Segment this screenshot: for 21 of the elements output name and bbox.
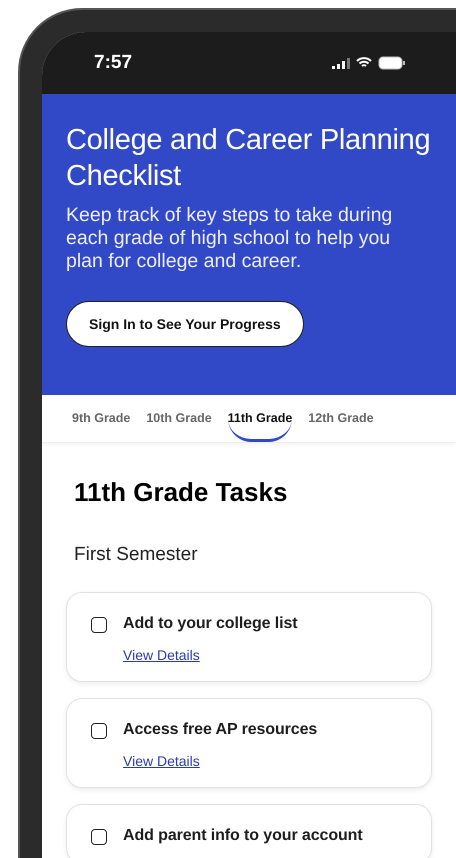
grade-tab[interactable]: 10th Grade bbox=[146, 395, 212, 442]
wifi-icon bbox=[356, 57, 372, 69]
grade-tab[interactable]: 11th Grade bbox=[228, 395, 292, 442]
task-title: Access free AP resources bbox=[123, 721, 318, 739]
grade-tab[interactable]: 12th Grade bbox=[308, 395, 374, 442]
signal-icon bbox=[332, 57, 350, 69]
checkbox[interactable] bbox=[91, 617, 107, 633]
section-heading: 11th Grade Tasks bbox=[74, 477, 288, 508]
view-details-link[interactable]: View Details bbox=[123, 753, 200, 769]
checkbox[interactable] bbox=[91, 723, 107, 739]
description: Keep track of key steps to take during each grade of high school to help you plan for college and career. bbox=[66, 204, 394, 273]
view-details-link[interactable]: View Details bbox=[123, 647, 200, 663]
sign-in-button[interactable]: Sign In to See Your Progress bbox=[66, 301, 304, 347]
subsection-heading: First Semester bbox=[74, 544, 199, 566]
grade-tab[interactable]: 9th Grade bbox=[72, 395, 130, 442]
page-title: College and Career Planning Checklist bbox=[66, 123, 432, 194]
task-title: Add parent info to your account bbox=[123, 827, 363, 845]
status-time: 7:57 bbox=[94, 52, 132, 74]
battery-icon bbox=[378, 56, 406, 70]
task-title: Add to your college list bbox=[123, 615, 298, 633]
checkbox[interactable] bbox=[91, 829, 107, 845]
